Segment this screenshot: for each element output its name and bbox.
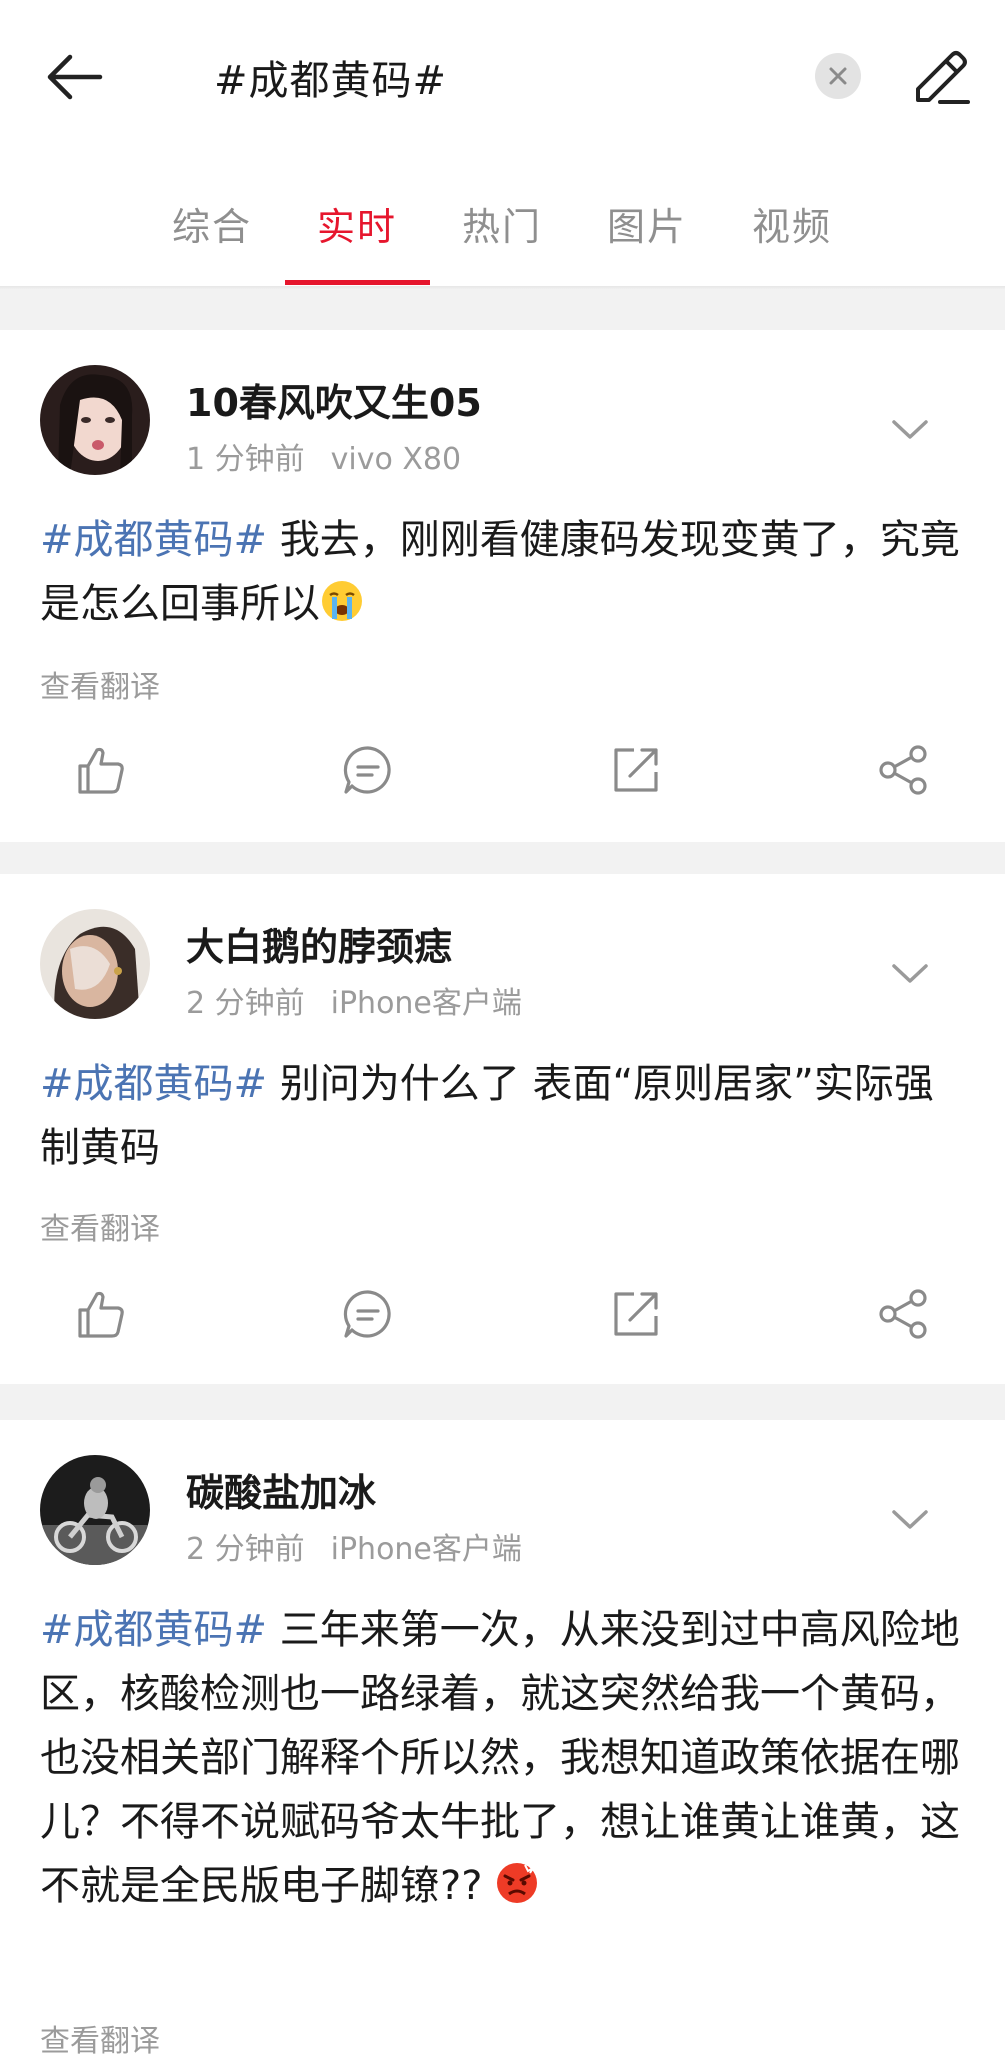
- view-translation-link[interactable]: 查看翻译: [40, 662, 160, 706]
- more-options-button[interactable]: [880, 400, 940, 460]
- share-button[interactable]: [874, 1284, 934, 1344]
- post-time: 2 分钟前: [186, 986, 305, 1021]
- post-text: #成都黄码# 三年来第一次，从来没到过中高风险地区，核酸检测也一路绿着，就这突然…: [40, 1598, 970, 1924]
- thumbs-up-icon: [78, 1291, 124, 1338]
- compose-button[interactable]: [908, 44, 974, 110]
- tab-pictures[interactable]: 图片: [587, 196, 707, 251]
- post-time: 1 分钟前: [186, 442, 305, 477]
- post-meta: 2 分钟前 iPhone客户端: [186, 1524, 522, 1568]
- username[interactable]: 大白鹅的脖颈痣: [186, 916, 452, 971]
- search-query-text: #成都黄码#: [214, 58, 448, 104]
- comment-button[interactable]: [338, 740, 398, 800]
- tab-hot[interactable]: 热门: [442, 196, 562, 251]
- username[interactable]: 10春风吹又生05: [186, 372, 482, 427]
- like-button[interactable]: [70, 740, 130, 800]
- comment-icon: [343, 1290, 391, 1338]
- hashtag-link[interactable]: #成都黄码#: [40, 517, 267, 563]
- post-source: iPhone客户端: [330, 1532, 522, 1567]
- avatar[interactable]: [40, 365, 150, 475]
- more-options-button[interactable]: [880, 1490, 940, 1550]
- tab-comprehensive[interactable]: 综合: [152, 196, 272, 251]
- repost-button[interactable]: [606, 740, 666, 800]
- chevron-down-icon: [892, 964, 928, 983]
- post-card[interactable]: 碳酸盐加冰 2 分钟前 iPhone客户端 #成都黄码# 三年来第一次，从来没到过…: [0, 1420, 1005, 2063]
- post-source: iPhone客户端: [330, 986, 522, 1021]
- post-time: 2 分钟前: [186, 1532, 305, 1567]
- back-button[interactable]: [40, 42, 110, 112]
- hashtag-link[interactable]: #成都黄码#: [40, 1061, 267, 1107]
- chevron-down-icon: [892, 420, 928, 439]
- arrow-left-icon: [47, 54, 103, 100]
- repost-button[interactable]: [606, 1284, 666, 1344]
- post-card[interactable]: 10春风吹又生05 1 分钟前 vivo X80 #成都黄码# 我去，刚刚看健康码…: [0, 330, 1005, 842]
- active-tab-indicator: [285, 280, 430, 285]
- post-actions: [0, 730, 1005, 810]
- angry-face-emoji: [495, 1860, 539, 1924]
- top-bar: #成都黄码# 综合 实时 热门 图片 视频: [0, 0, 1005, 290]
- close-icon: [829, 67, 847, 85]
- pencil-icon: [916, 51, 970, 104]
- comment-button[interactable]: [338, 1284, 398, 1344]
- post-meta: 1 分钟前 vivo X80: [186, 434, 461, 478]
- tab-videos[interactable]: 视频: [732, 196, 852, 251]
- feed-separator: [0, 842, 1005, 874]
- tab-realtime[interactable]: 实时: [297, 196, 417, 251]
- post-source: vivo X80: [330, 442, 462, 477]
- more-options-button[interactable]: [880, 944, 940, 1004]
- thumbs-up-icon: [78, 747, 124, 794]
- share-icon: [879, 745, 927, 795]
- avatar[interactable]: [40, 1455, 150, 1565]
- avatar[interactable]: [40, 909, 150, 1019]
- post-text: #成都黄码# 我去，刚刚看健康码发现变黄了，究竟是怎么回事所以: [40, 508, 970, 642]
- clear-search-button[interactable]: [815, 53, 861, 99]
- share-button[interactable]: [874, 740, 934, 800]
- username[interactable]: 碳酸盐加冰: [186, 1462, 376, 1517]
- like-button[interactable]: [70, 1284, 130, 1344]
- repost-icon: [614, 748, 658, 792]
- chevron-down-icon: [892, 1510, 928, 1529]
- hashtag-link[interactable]: #成都黄码#: [40, 1607, 267, 1653]
- post-meta: 2 分钟前 iPhone客户端: [186, 978, 522, 1022]
- view-translation-link[interactable]: 查看翻译: [40, 1204, 160, 1248]
- crying-face-emoji: [320, 578, 364, 642]
- tab-bar: 综合 实时 热门 图片 视频: [0, 180, 1005, 286]
- view-translation-link[interactable]: 查看翻译: [40, 2016, 160, 2060]
- post-card[interactable]: 大白鹅的脖颈痣 2 分钟前 iPhone客户端 #成都黄码# 别问为什么了 表面“…: [0, 874, 1005, 1384]
- share-icon: [879, 1289, 927, 1339]
- post-text: #成都黄码# 别问为什么了 表面“原则居家”实际强制黄码: [40, 1052, 970, 1180]
- post-actions: [0, 1274, 1005, 1354]
- repost-icon: [614, 1292, 658, 1336]
- search-input[interactable]: #成都黄码#: [150, 30, 870, 120]
- feed-separator: [0, 1384, 1005, 1420]
- comment-icon: [343, 746, 391, 794]
- feed-separator: [0, 290, 1005, 330]
